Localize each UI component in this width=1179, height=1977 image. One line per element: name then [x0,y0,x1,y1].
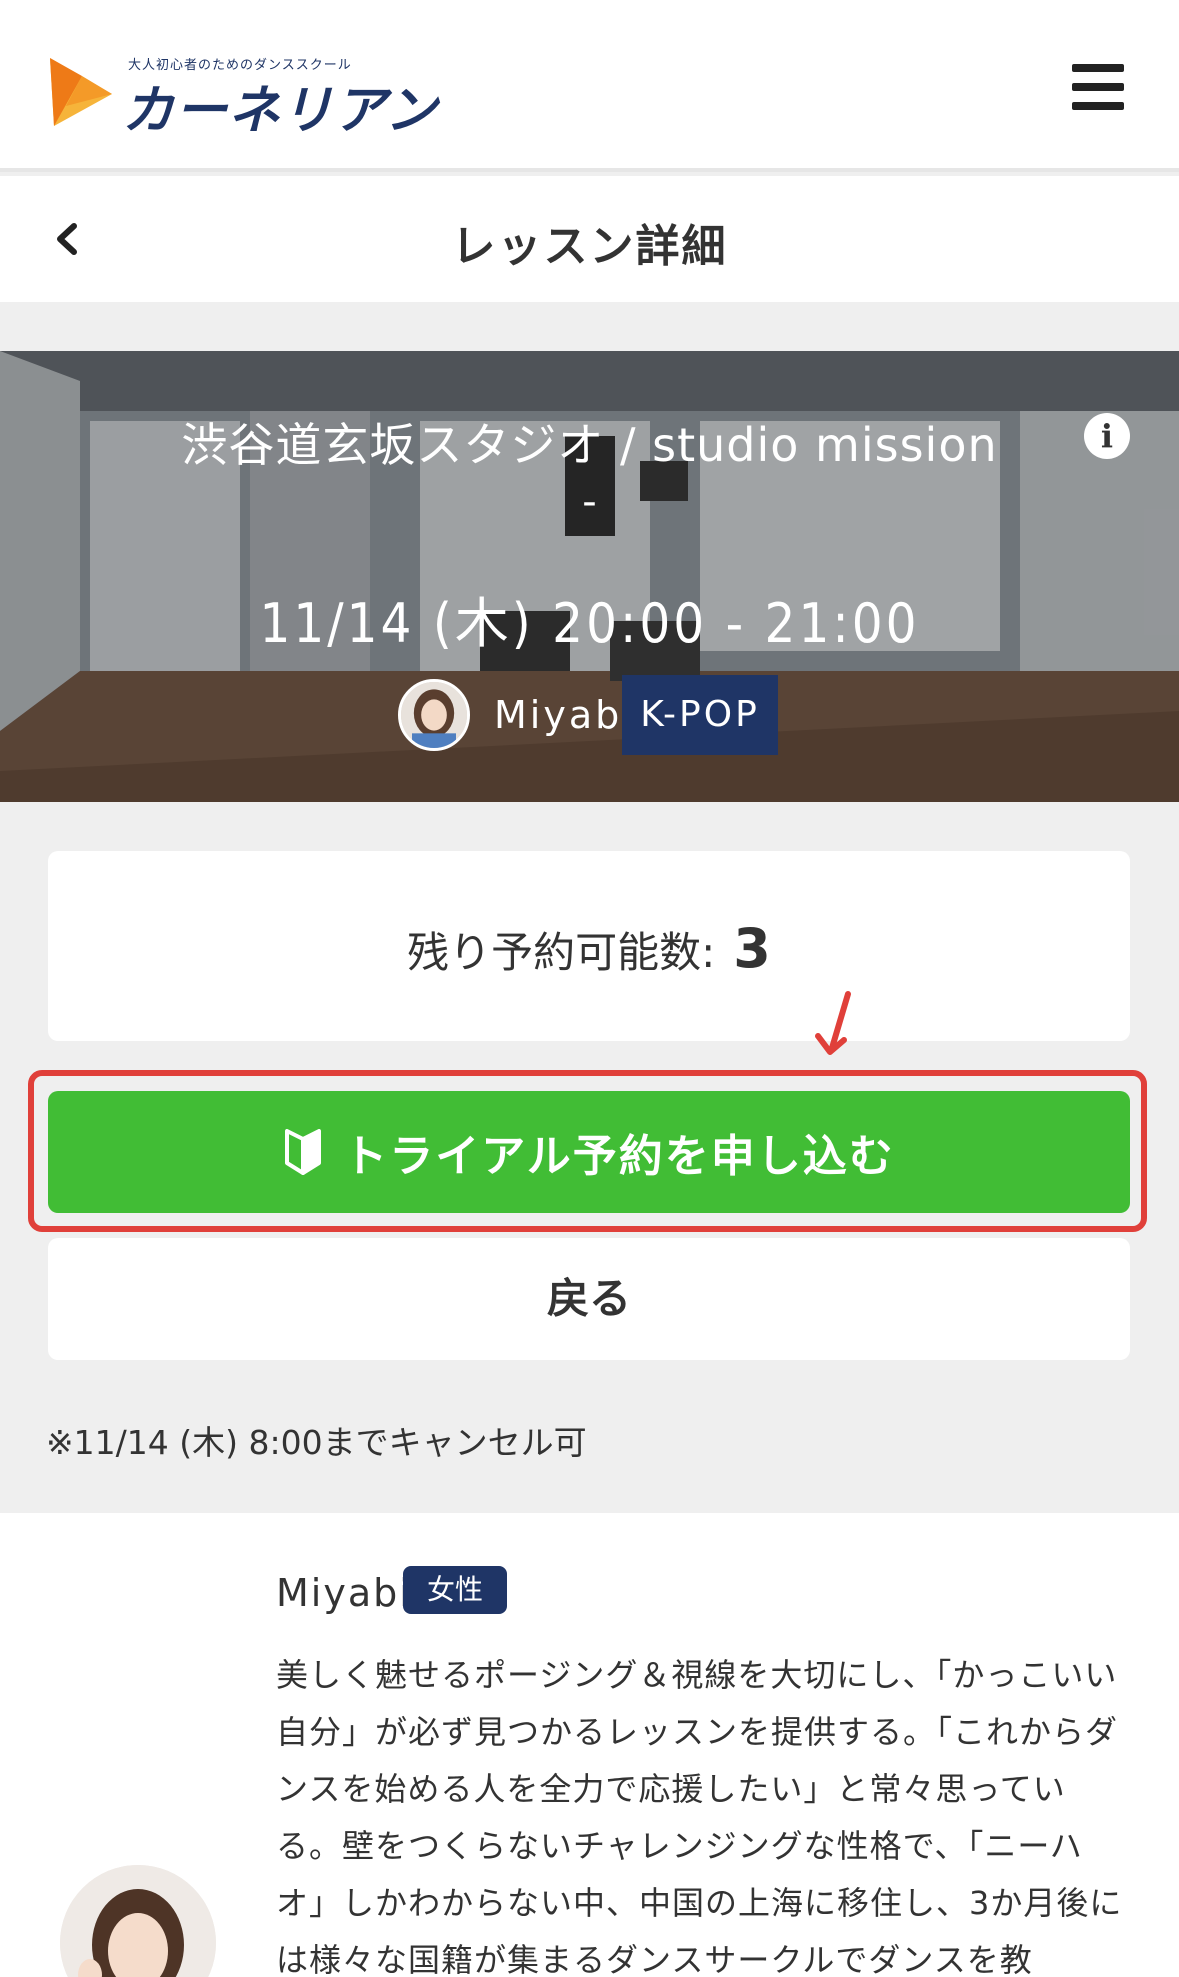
site-logo[interactable]: 大人初心者のためのダンススクール カーネリアン [46,52,437,141]
lesson-hero: 渋谷道玄坂スタジオ / studio mission - i 11/14 (木)… [0,351,1179,802]
instructor-name: Miyabi [276,1571,412,1615]
hamburger-menu-icon[interactable] [1072,64,1124,110]
remaining-seats: 残り予約可能数: 3 [48,917,1130,980]
red-arrow-icon [815,991,851,1055]
trial-reserve-label: トライアル予約を申し込む [343,1131,895,1182]
remaining-count: 3 [733,917,771,980]
menu-bar [1072,64,1124,72]
beginner-leaf-icon [285,1129,322,1175]
page-title: レッスン詳細 [451,221,728,272]
instructor-bio: 美しく魅せるポージング＆視線を大切にし、「かっこいい自分」が必ず見つかるレッスン… [276,1656,1123,1977]
page-title-bar: レッスン詳細 [0,176,1179,302]
info-icon[interactable]: i [1084,413,1130,459]
instructor-profile: Miyabi 女性 美しく魅せるポージング＆視線を大切にし、「かっこいい自分」が… [0,1513,1179,1977]
gender-badge: 女性 [403,1566,507,1614]
menu-bar [1072,83,1124,91]
cancel-deadline-note: ※11/14 (木) 8:00までキャンセル可 [46,1423,587,1462]
hero-instructor-name: Miyabi [494,693,636,737]
instructor-avatar[interactable] [398,679,470,751]
instructor-photo[interactable] [60,1865,216,1977]
site-header: 大人初心者のためのダンススクール カーネリアン [0,0,1179,172]
studio-name: 渋谷道玄坂スタジオ / studio mission [181,418,998,472]
studio-subtitle: - [582,479,597,525]
remaining-label: 残り予約可能数: [407,928,716,977]
trial-reserve-button[interactable]: トライアル予約を申し込む [48,1091,1130,1213]
menu-bar [1072,102,1124,110]
lesson-datetime: 11/14 (木) 20:00 - 21:00 [259,592,920,655]
remaining-seats-box: 残り予約可能数: 3 [48,851,1130,1041]
back-button[interactable]: 戻る [48,1238,1130,1360]
logo-text: カーネリアン [122,81,438,141]
genre-badge: K-POP [622,675,778,755]
hero-instructor-row: Miyabi K-POP [398,675,798,757]
logo-mark-icon [50,58,112,126]
